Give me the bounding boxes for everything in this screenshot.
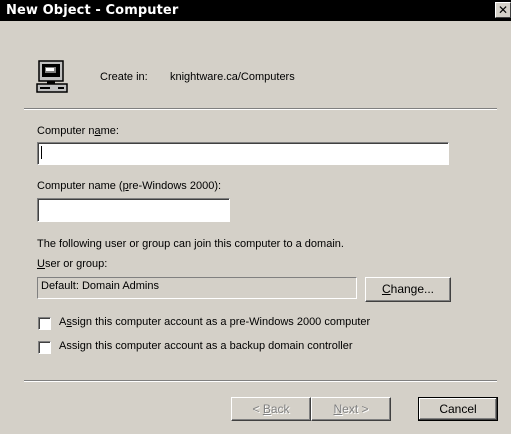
computer-name-pre2000-label: Computer name (pre-Windows 2000): — [37, 180, 222, 192]
computer-name-input[interactable] — [37, 142, 449, 165]
title-bar[interactable]: New Object - Computer ✕ — [0, 0, 511, 21]
cancel-button[interactable]: Cancel — [418, 397, 498, 421]
window-title: New Object - Computer — [6, 3, 179, 18]
change-button[interactable]: Change... — [365, 277, 451, 302]
create-in-label: Create in: — [100, 71, 148, 83]
new-object-computer-dialog: New Object - Computer ✕ Create in: knigh… — [0, 0, 511, 434]
next-button[interactable]: Next > — [311, 397, 391, 421]
computer-icon — [36, 60, 68, 93]
header-separator — [24, 108, 497, 110]
join-domain-text: The following user or group can join thi… — [37, 238, 344, 250]
footer-separator — [24, 380, 497, 382]
text-caret — [41, 146, 42, 159]
computer-name-pre2000-input[interactable] — [37, 198, 230, 222]
user-or-group-value: Default: Domain Admins — [41, 280, 159, 292]
user-or-group-field: Default: Domain Admins — [37, 277, 357, 299]
pre2000-checkbox[interactable] — [38, 317, 51, 330]
user-or-group-label: User or group: — [37, 258, 108, 270]
computer-name-label: Computer name: — [37, 125, 119, 137]
close-icon: ✕ — [497, 3, 509, 17]
bdc-checkbox-label[interactable]: Assign this computer account as a backup… — [59, 340, 353, 352]
create-in-path: knightware.ca/Computers — [170, 71, 295, 83]
pre2000-checkbox-label[interactable]: Assign this computer account as a pre-Wi… — [59, 316, 370, 328]
close-button[interactable]: ✕ — [495, 2, 511, 18]
bdc-checkbox[interactable] — [38, 341, 51, 354]
back-button[interactable]: < Back — [231, 397, 311, 421]
